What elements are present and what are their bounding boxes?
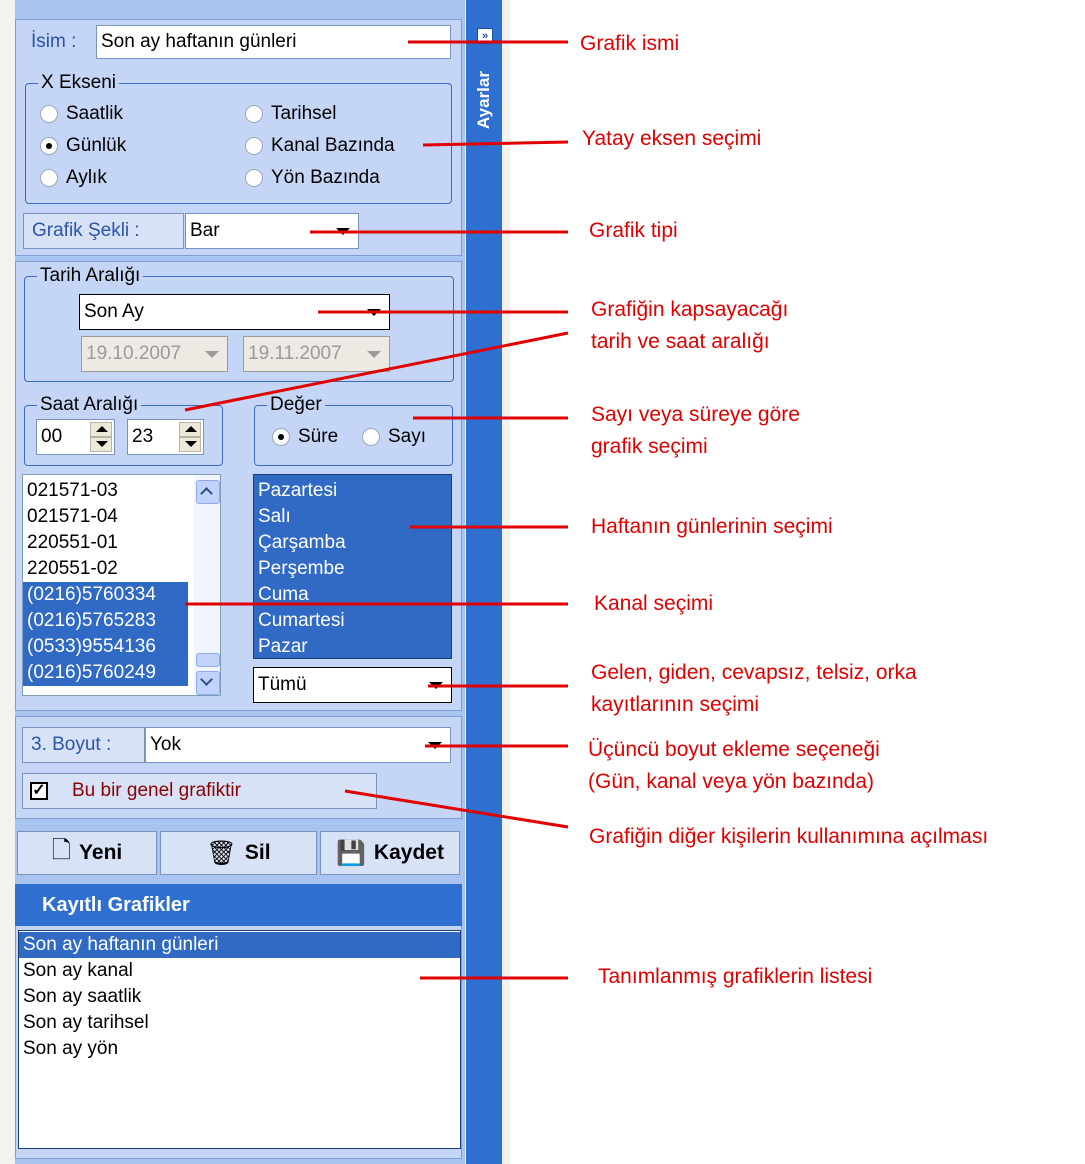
callout-chart-name: Grafik ismi (580, 32, 680, 55)
callout-third-dim-2: (Gün, kanal veya yön bazında) (588, 770, 875, 793)
callout-saved-list: Tanımlanmış grafiklerin listesi (598, 965, 873, 988)
callout-general-chart: Grafiğin diğer kişilerin kullanımına açı… (589, 825, 989, 848)
callout-channels: Kanal seçimi (594, 592, 714, 615)
callout-value-type-1: Sayı veya süreye göre (591, 403, 800, 426)
annotation-lines (184, 40, 569, 980)
callout-chart-type: Grafik tipi (589, 219, 678, 242)
callout-record-filter-2: kayıtlarının seçimi (591, 693, 760, 716)
annotation-line (184, 331, 569, 412)
callout-x-axis: Yatay eksen seçimi (582, 127, 762, 150)
annotation-line (422, 140, 569, 147)
callout-value-type-2: grafik seçimi (591, 435, 708, 458)
callout-record-filter-1: Gelen, giden, cevapsız, telsiz, orka (591, 661, 917, 684)
annotation-line (344, 789, 569, 829)
callout-weekdays: Haftanın günlerinin seçimi (591, 515, 833, 538)
callout-third-dim-1: Üçüncü boyut ekleme seçeneği (588, 738, 880, 761)
callout-date-range-2: tarih ve saat aralığı (591, 330, 770, 353)
callout-date-range-1: Grafiğin kapsayacağı (591, 298, 789, 321)
